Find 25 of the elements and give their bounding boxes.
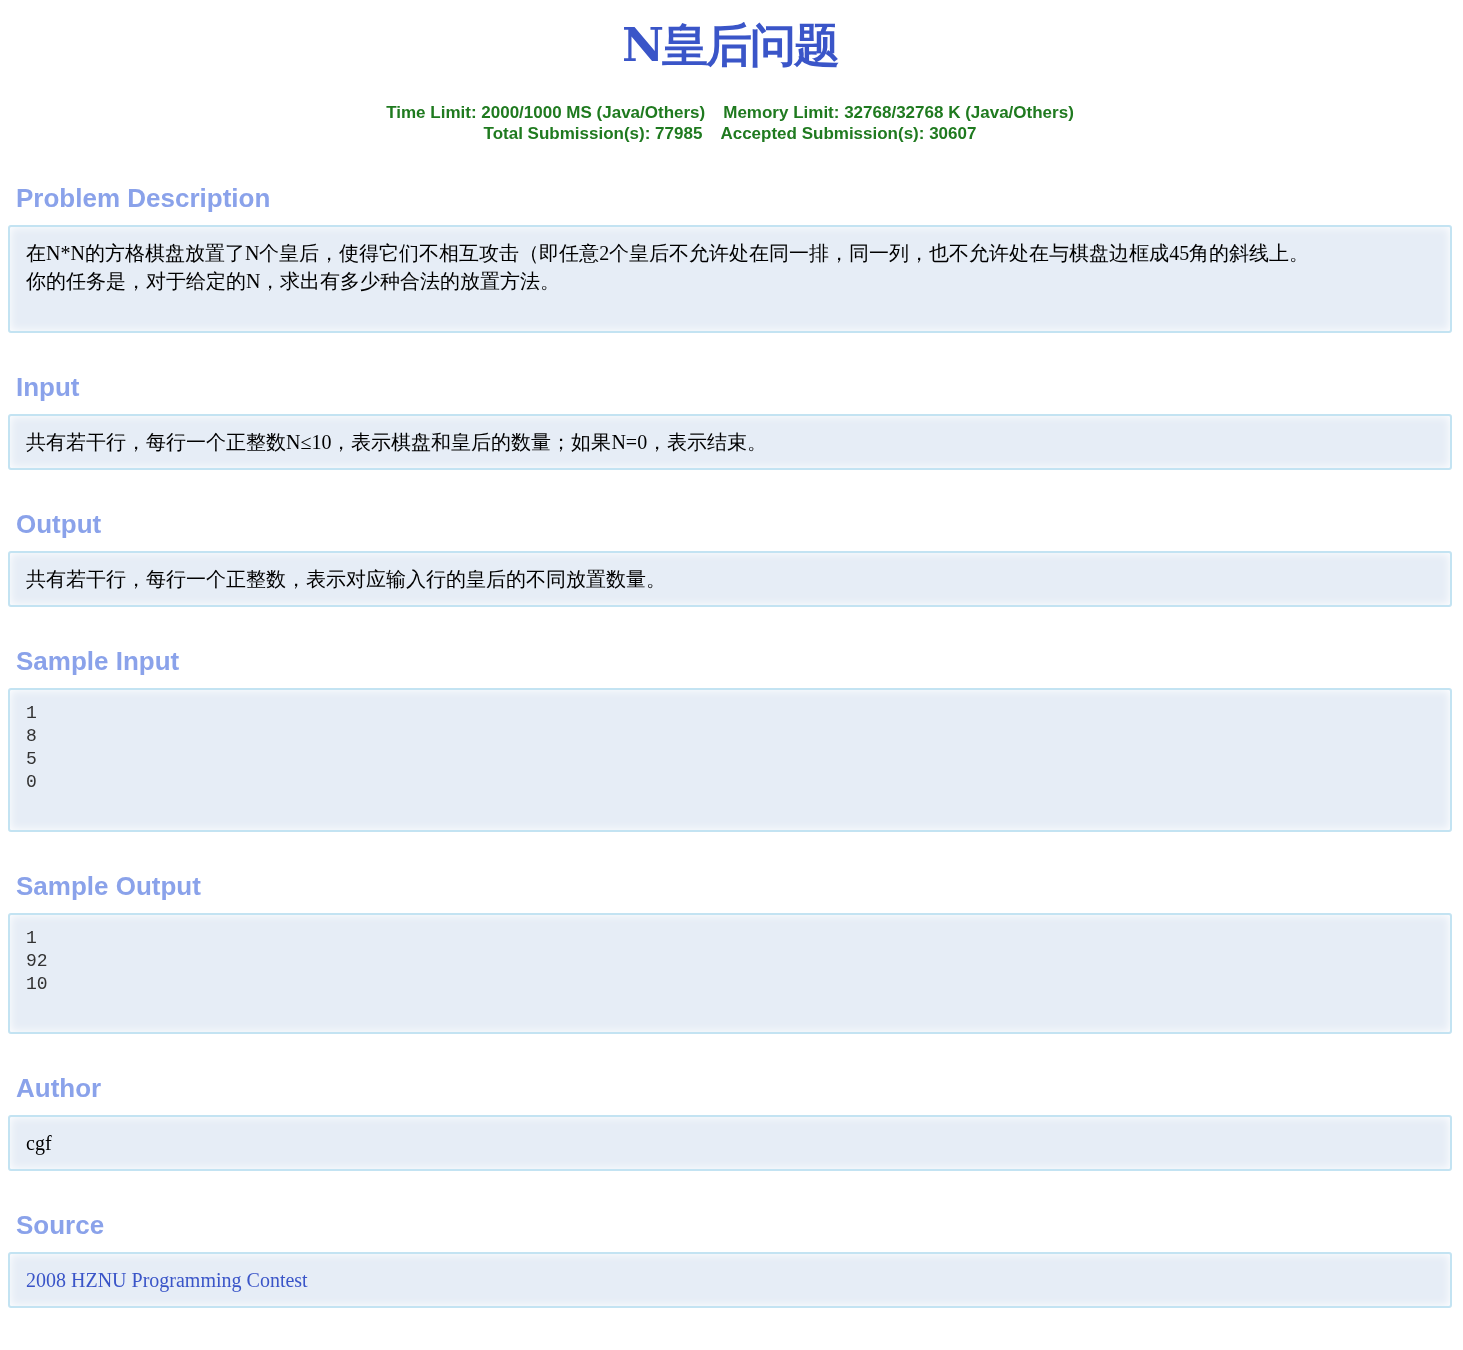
code-line: 1 bbox=[26, 702, 38, 725]
submission-count: Total Submission(s): 77985 bbox=[483, 123, 703, 144]
text-line: 在N*N的方格棋盘放置了N个皇后，使得它们不相互攻击（即任意2个皇后不允许处在同一排，同一列，也不允许处在与棋盘边框成45角的斜线上。 bbox=[26, 241, 1311, 266]
code-line: 10 bbox=[26, 973, 49, 996]
text-line: 共有若干行，每行一个正整数，表示对应输入行的皇后的不同放置数量。 bbox=[26, 567, 667, 592]
section-heading: Source bbox=[16, 1210, 106, 1240]
section-heading: Output bbox=[16, 509, 103, 539]
limit-text: Memory Limit: 32768/32768 K (Java/Others) bbox=[723, 102, 1074, 123]
code-line: 8 bbox=[26, 725, 38, 748]
section-heading: Problem Description bbox=[16, 183, 272, 213]
text-line: cgf bbox=[26, 1131, 53, 1157]
submission-count: Accepted Submission(s): 30607 bbox=[720, 123, 977, 144]
section-heading: Input bbox=[16, 372, 81, 402]
code-line: 1 bbox=[26, 927, 38, 950]
code-line: 0 bbox=[26, 771, 38, 794]
section-heading: Sample Input bbox=[16, 646, 181, 676]
text-line: 共有若干行，每行一个正整数N≤10，表示棋盘和皇后的数量；如果N=0，表示结束。 bbox=[26, 430, 769, 455]
code-line: 92 bbox=[26, 950, 49, 973]
code-line: 5 bbox=[26, 748, 38, 771]
text-line: 你的任务是，对于给定的N，求出有多少种合法的放置方法。 bbox=[26, 269, 562, 294]
section-heading: Sample Output bbox=[16, 871, 202, 901]
section-heading: Author bbox=[16, 1073, 103, 1103]
limit-text: Time Limit: 2000/1000 MS (Java/Others) bbox=[386, 102, 706, 123]
source-link[interactable]: 2008 HZNU Programming Contest bbox=[26, 1269, 308, 1291]
problem-title: N皇后问题 bbox=[620, 18, 839, 72]
